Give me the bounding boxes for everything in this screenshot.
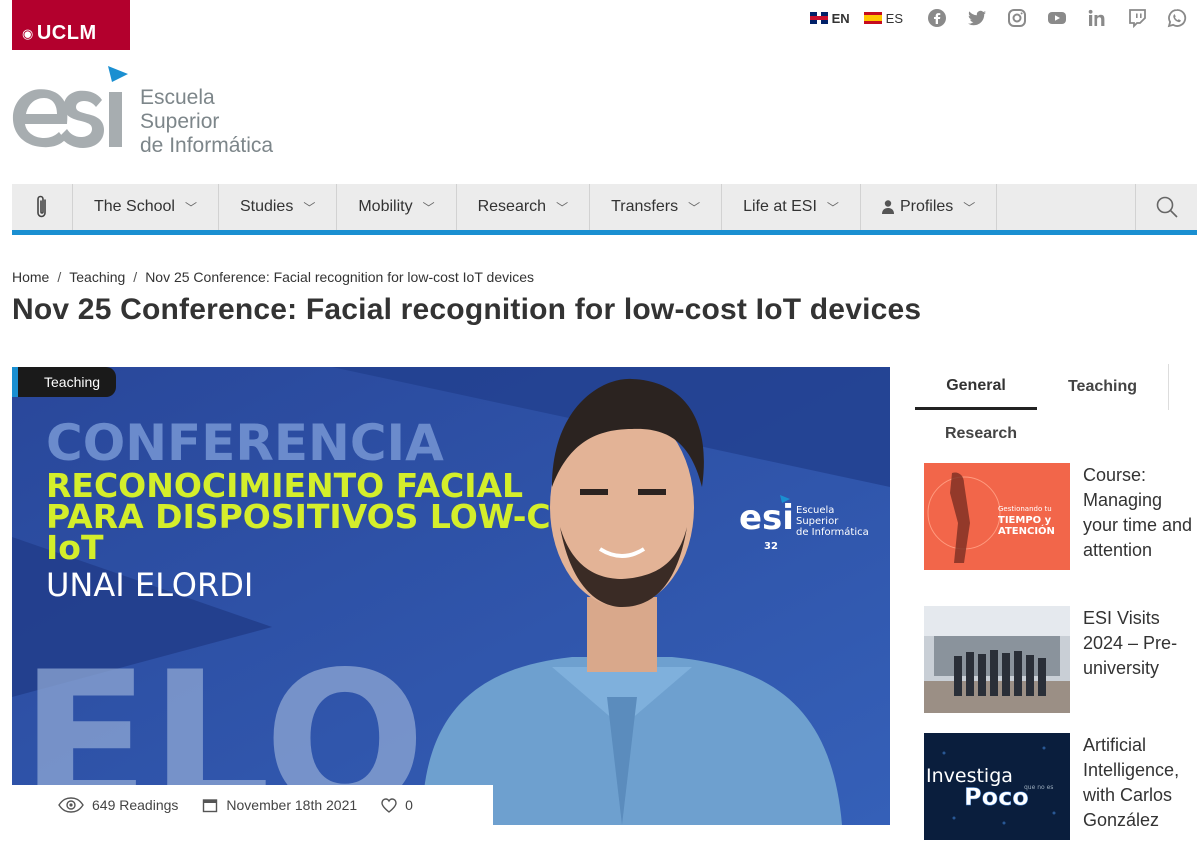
- poster-heading: CONFERENCIA: [46, 414, 444, 472]
- whatsapp-icon[interactable]: [1157, 6, 1197, 30]
- esi-logo-mark: [12, 66, 128, 148]
- sidebar-post-title[interactable]: Artificial Intelligence, with Carlos Gon…: [1083, 733, 1197, 840]
- search-icon[interactable]: [1135, 184, 1197, 230]
- twitch-icon[interactable]: [1117, 6, 1157, 30]
- breadcrumb: Home / Teaching / Nov 25 Conference: Facial …: [12, 269, 534, 285]
- nav-item-label: Profiles: [899, 198, 954, 215]
- youtube-icon[interactable]: [1037, 6, 1077, 30]
- esi-logo-line2: Superior: [140, 110, 220, 133]
- like-button[interactable]: 0: [381, 797, 413, 813]
- esi-logo-line3: de Informática: [140, 134, 274, 157]
- sidebar-post-title[interactable]: ESI Visits 2024 – Pre-university: [1083, 606, 1195, 713]
- uclm-logo-text: UCLM: [36, 22, 97, 44]
- sidebar-post-title[interactable]: Course: Managing your time and attention: [1083, 463, 1193, 570]
- page-title: Nov 25 Conference: Facial recognition fo…: [12, 293, 922, 326]
- nav-item-label: Transfers: [611, 198, 679, 215]
- nav-item-label: The School: [94, 198, 175, 215]
- twitter-icon[interactable]: [957, 6, 997, 30]
- category-badge[interactable]: Teaching: [12, 367, 117, 397]
- chevron-down-icon: ﹀: [184, 200, 197, 215]
- hero-image: ELO CONFERENCIA RECONOCIMIENTO FACIAL PA…: [12, 367, 890, 825]
- like-count: 0: [405, 797, 413, 813]
- instagram-icon[interactable]: [997, 6, 1037, 30]
- sidebar-post-thumbnail[interactable]: [924, 606, 1070, 713]
- main-nav: The School ﹀ Studies ﹀ Mobility ﹀ Research ﹀…: [12, 184, 1197, 235]
- breadcrumb-separator: /: [133, 269, 138, 285]
- thumb-text-line3: ATENCIÓN: [998, 524, 1055, 537]
- nav-item-label: Research: [477, 198, 547, 215]
- poster-logo-line1: Escuela: [796, 505, 834, 516]
- chevron-down-icon: ﹀: [826, 200, 839, 215]
- language-es[interactable]: ES: [863, 10, 903, 26]
- nav-item-research[interactable]: Research ﹀: [457, 184, 591, 230]
- calendar-icon: [203, 799, 218, 813]
- breadcrumb-current: Nov 25 Conference: Facial recognition fo…: [145, 269, 535, 285]
- tab-teaching[interactable]: Teaching: [1037, 364, 1169, 410]
- user-icon: [881, 200, 894, 214]
- uk-flag-icon: [809, 12, 828, 24]
- nav-item-profiles[interactable]: Profiles ﹀: [861, 184, 998, 230]
- nav-item-mobility[interactable]: Mobility ﹀: [337, 184, 457, 230]
- poster-speaker: UNAI ELORDI: [46, 566, 253, 604]
- tab-general[interactable]: General: [915, 364, 1037, 410]
- chevron-down-icon: ﹀: [303, 200, 316, 215]
- nav-item-life-at-esi[interactable]: Life at ESI ﹀: [722, 184, 861, 230]
- readings-count: 649 Readings: [58, 797, 178, 813]
- language-en-label: EN: [831, 10, 850, 26]
- thumb-text-line1: Gestionando tu: [998, 505, 1052, 513]
- breadcrumb-separator: /: [57, 269, 62, 285]
- nav-item-studies[interactable]: Studies ﹀: [219, 184, 338, 230]
- spain-flag-icon: [863, 12, 882, 24]
- paperclip-icon[interactable]: [12, 184, 73, 230]
- nav-item-transfers[interactable]: Transfers ﹀: [590, 184, 723, 230]
- chevron-down-icon: ﹀: [556, 200, 569, 215]
- sidebar-post-item[interactable]: ESI Visits 2024 – Pre-university: [924, 606, 1197, 713]
- tab-research[interactable]: Research: [915, 416, 1047, 452]
- readings-label: 649 Readings: [92, 797, 179, 813]
- post-date-label: November 18th 2021: [226, 797, 358, 813]
- post-meta: 649 Readings November 18th 2021 0: [12, 785, 493, 825]
- poster-years: 32: [764, 541, 778, 552]
- poster-logo-line3: de Informática: [796, 526, 869, 538]
- heart-icon: [381, 797, 397, 813]
- thumb-text-line2: Poco: [964, 783, 1029, 811]
- svg-text:esi: esi: [739, 498, 794, 538]
- sidebar-post-item[interactable]: Investiga que no es Poco Artificial Inte…: [924, 733, 1197, 840]
- poster-line3: IoT: [46, 528, 104, 567]
- sidebar-post-thumbnail[interactable]: Investiga que no es Poco: [924, 733, 1070, 840]
- nav-item-label: Mobility: [358, 198, 413, 215]
- uclm-logo[interactable]: ◉ UCLM: [12, 0, 130, 50]
- chevron-down-icon: ﹀: [963, 200, 976, 215]
- esi-logo-line1: Escuela: [140, 86, 215, 109]
- conference-poster: ELO CONFERENCIA RECONOCIMIENTO FACIAL PA…: [12, 367, 890, 825]
- breadcrumb-section[interactable]: Teaching: [69, 269, 125, 285]
- nav-item-label: Life at ESI: [743, 198, 817, 215]
- facebook-icon[interactable]: [917, 6, 957, 30]
- chevron-down-icon: ﹀: [688, 200, 701, 215]
- nav-item-label: Studies: [239, 198, 294, 215]
- breadcrumb-home[interactable]: Home: [12, 269, 49, 285]
- chevron-down-icon: ﹀: [422, 200, 435, 215]
- sidebar-post-item[interactable]: Gestionando tu TIEMPO y ATENCIÓN Course:…: [924, 463, 1197, 570]
- sidebar-post-thumbnail[interactable]: Gestionando tu TIEMPO y ATENCIÓN: [924, 463, 1070, 570]
- esi-logo-text: Escuela Superior de Informática: [140, 86, 273, 158]
- language-en[interactable]: EN: [809, 10, 850, 26]
- linkedin-icon[interactable]: [1077, 6, 1117, 30]
- poster-line2: PARA DISPOSITIVOS LOW-COST: [46, 497, 625, 536]
- uclm-emblem-icon: ◉: [22, 26, 34, 41]
- language-es-label: ES: [885, 10, 903, 26]
- nav-item-the-school[interactable]: The School ﹀: [73, 184, 219, 230]
- eye-icon: [58, 797, 84, 813]
- topbar-right: EN ES: [809, 6, 1197, 30]
- post-date: November 18th 2021: [202, 797, 357, 813]
- poster-logo-line2: Superior: [796, 516, 839, 527]
- thumb-text-line2: TIEMPO y: [998, 515, 1052, 526]
